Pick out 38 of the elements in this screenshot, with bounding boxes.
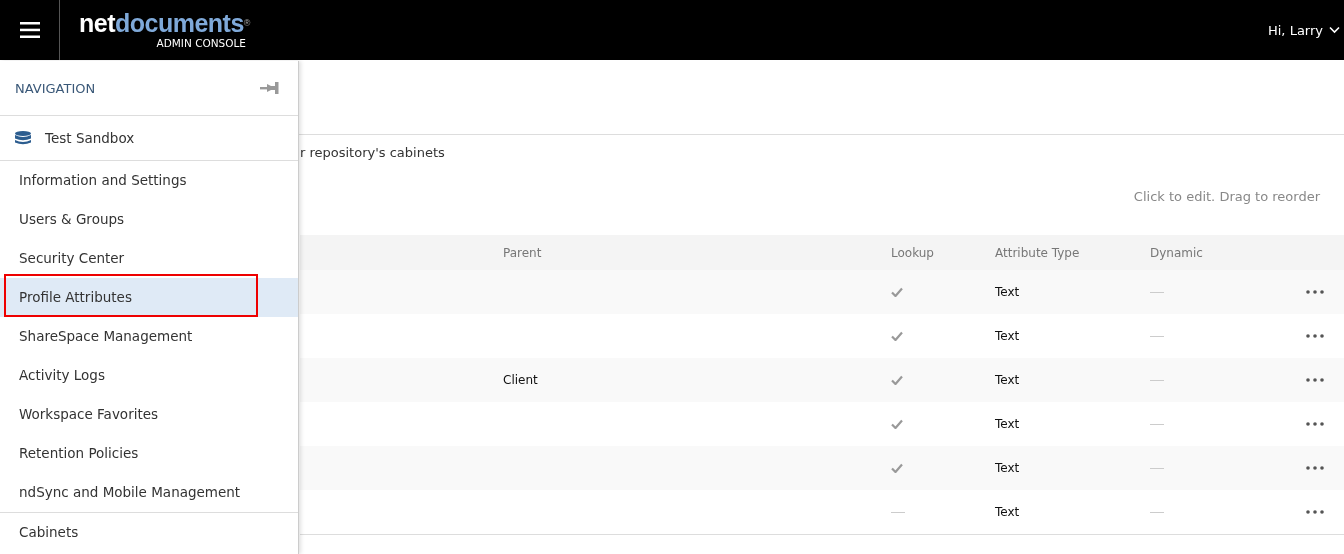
table-cell: Text	[995, 417, 1020, 431]
more-icon[interactable]	[1304, 508, 1326, 516]
nav-item[interactable]: Cabinets	[0, 513, 298, 552]
user-menu[interactable]: Hi, Larry	[1268, 22, 1344, 38]
table-cell: Text	[995, 285, 1020, 299]
nav-item[interactable]: Activity Logs	[0, 356, 298, 395]
more-icon[interactable]	[1304, 376, 1326, 384]
table-cell: Client	[503, 373, 538, 387]
description-text: r repository's cabinets	[300, 145, 446, 162]
more-icon[interactable]	[1304, 332, 1326, 340]
nav-item[interactable]: ShareSpace Management	[0, 317, 298, 356]
nav-item[interactable]: ndSync and Mobile Management	[0, 473, 298, 512]
more-icon[interactable]	[1304, 420, 1326, 428]
table-row[interactable]: Text	[300, 446, 1344, 490]
more-icon[interactable]	[1304, 288, 1326, 296]
nav-item[interactable]: Users & Groups	[0, 200, 298, 239]
table-cell: Text	[995, 329, 1020, 343]
column-header: Lookup	[891, 245, 935, 260]
pin-icon[interactable]	[260, 81, 280, 95]
more-icon[interactable]	[1304, 464, 1326, 472]
logo: netdocuments® ADMIN CONSOLE	[79, 11, 250, 49]
nav-item[interactable]: Security Center	[0, 239, 298, 278]
navigation-title: NAVIGATION	[15, 80, 96, 96]
table-cell: Text	[995, 505, 1020, 519]
nav-item[interactable]: Workspace Favorites	[0, 395, 298, 434]
nav-item[interactable]: Retention Policies	[0, 434, 298, 473]
repository-item[interactable]: Test Sandbox	[0, 116, 298, 161]
table-cell: Text	[995, 461, 1020, 475]
hint-text: Click to edit. Drag to reorder	[1133, 189, 1320, 204]
column-header: Dynamic	[1150, 245, 1204, 260]
nav-item[interactable]: Information and Settings	[0, 161, 298, 200]
chevron-down-icon	[1329, 26, 1340, 34]
column-header: Attribute Type	[995, 245, 1081, 260]
table-row[interactable]: Text	[300, 270, 1344, 314]
table-row[interactable]: Client Text	[300, 358, 1344, 402]
database-icon	[15, 131, 31, 145]
column-header: Parent	[503, 245, 543, 260]
table-cell: Text	[995, 373, 1020, 387]
